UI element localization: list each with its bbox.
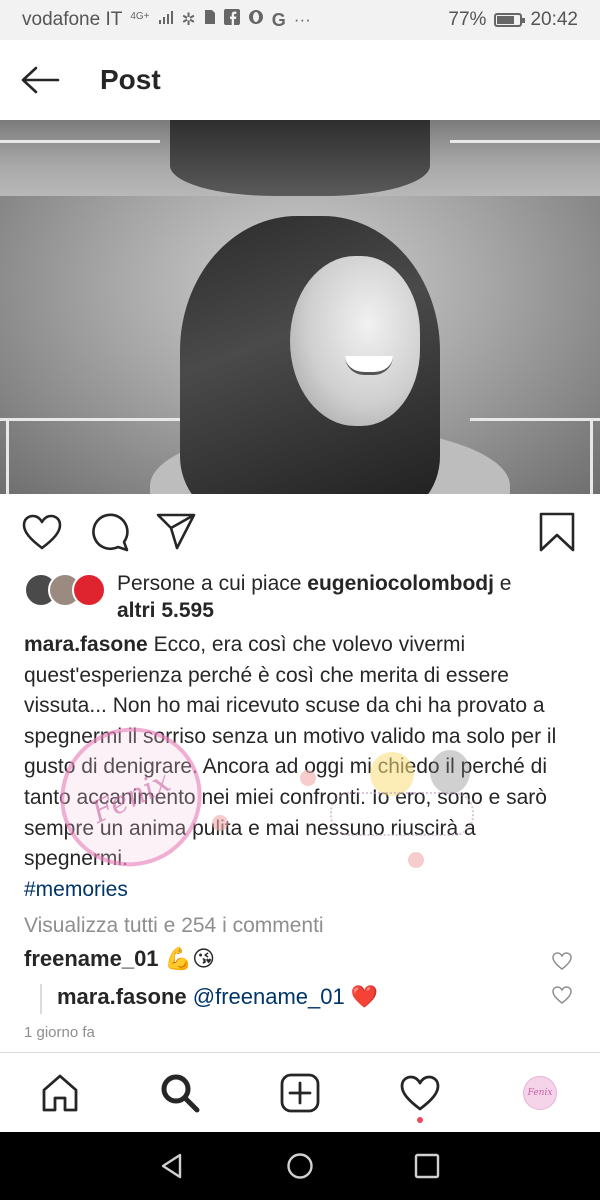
comment-reply: mara.fasone @freename_01 ❤️: [40, 984, 584, 1018]
reply-username[interactable]: mara.fasone: [57, 984, 187, 1009]
heart-icon: [22, 514, 62, 550]
status-right: 77% 20:42: [448, 9, 578, 31]
likes-text: Persone a cui piace eugeniocolombodj e a…: [117, 570, 577, 624]
recents-square-icon: [414, 1153, 440, 1179]
carrier-name: vodafone IT: [22, 9, 123, 30]
nav-home[interactable]: [38, 1071, 82, 1115]
system-back-button[interactable]: [156, 1150, 188, 1182]
network-label: 4G+: [130, 10, 150, 22]
sim-icon: [204, 9, 216, 31]
system-recents-button[interactable]: [411, 1150, 443, 1182]
comment-icon: [92, 513, 129, 552]
arrow-left-icon: [21, 66, 60, 94]
app-header: Post: [0, 40, 600, 120]
view-all-comments[interactable]: Visualizza tutti e 254 i commenti: [24, 914, 324, 938]
likes-row[interactable]: Persone a cui piace eugeniocolombodj e a…: [24, 570, 584, 630]
reply-text: ❤️: [350, 984, 379, 1009]
decorative-flower: [408, 852, 424, 868]
comment: freename_01 💪😘: [24, 946, 584, 980]
post-image[interactable]: [0, 120, 600, 494]
snowflake-icon: ✲: [181, 10, 196, 29]
google-icon: G: [271, 9, 286, 30]
bottom-navigation: Fenix: [0, 1052, 600, 1132]
caption-username[interactable]: mara.fasone: [24, 633, 148, 656]
image-main: [0, 196, 600, 494]
home-circle-icon: [287, 1153, 313, 1179]
home-icon: [42, 1074, 78, 1112]
decorative-flower: [300, 770, 316, 786]
status-left: vodafone IT 4G+ ✲ G ···: [22, 9, 311, 31]
back-button[interactable]: [0, 40, 80, 120]
nav-activity[interactable]: [398, 1071, 442, 1115]
likes-others[interactable]: altri 5.595: [117, 599, 214, 622]
avatar: [72, 573, 106, 607]
bookmark-icon: [539, 512, 575, 552]
comment-like-button[interactable]: [552, 984, 572, 1010]
like-button[interactable]: [20, 510, 64, 554]
activity-notification-dot: [417, 1117, 423, 1123]
system-home-button[interactable]: [284, 1150, 316, 1182]
heart-icon: [552, 986, 572, 1004]
decorative-sticker: [370, 752, 414, 796]
caption-hashtag[interactable]: #memories: [24, 878, 128, 901]
decorative-flower: [212, 815, 228, 831]
share-button[interactable]: [154, 510, 198, 554]
post-timestamp: 1 giorno fa: [24, 1024, 95, 1041]
likes-prefix: Persone a cui piace: [117, 572, 308, 595]
opera-icon: [248, 9, 264, 31]
more-icon: ···: [293, 10, 311, 29]
save-button[interactable]: [535, 510, 579, 554]
liker-avatars: [24, 573, 106, 607]
post-actions: [0, 494, 600, 570]
nav-new-post[interactable]: [278, 1071, 322, 1115]
image-top-strip: [0, 120, 600, 196]
comment-button[interactable]: [88, 510, 132, 554]
share-icon: [156, 513, 196, 550]
comment-like-button[interactable]: [552, 950, 572, 976]
page-title: Post: [100, 64, 161, 95]
liker-username[interactable]: eugeniocolombodj: [307, 572, 494, 595]
profile-icon: Fenix: [523, 1076, 557, 1110]
activity-heart-icon: [400, 1075, 440, 1111]
status-bar: vodafone IT 4G+ ✲ G ··· 77% 20:42: [0, 0, 600, 40]
clock: 20:42: [530, 9, 578, 30]
heart-icon: [552, 952, 572, 970]
battery-percentage: 77%: [448, 9, 487, 30]
battery-fill: [497, 16, 515, 24]
add-post-icon: [280, 1073, 320, 1113]
decorative-sticker: [430, 750, 470, 794]
reply-indicator: [40, 984, 42, 1014]
comment-username[interactable]: freename_01: [24, 946, 159, 971]
signal-icon: [158, 9, 174, 31]
reply-mention[interactable]: @freename_01: [193, 984, 345, 1009]
back-triangle-icon: [161, 1153, 182, 1179]
decorative-dots: [330, 792, 474, 836]
comment-text: 💪😘: [164, 946, 215, 971]
battery-icon: [494, 13, 526, 27]
nav-search[interactable]: [158, 1071, 202, 1115]
face: [290, 256, 420, 426]
likes-joiner: e: [493, 572, 512, 595]
facebook-icon: [223, 9, 240, 31]
nav-profile[interactable]: Fenix: [518, 1071, 562, 1115]
search-icon: [161, 1074, 200, 1113]
system-navigation-bar: [0, 1132, 600, 1200]
